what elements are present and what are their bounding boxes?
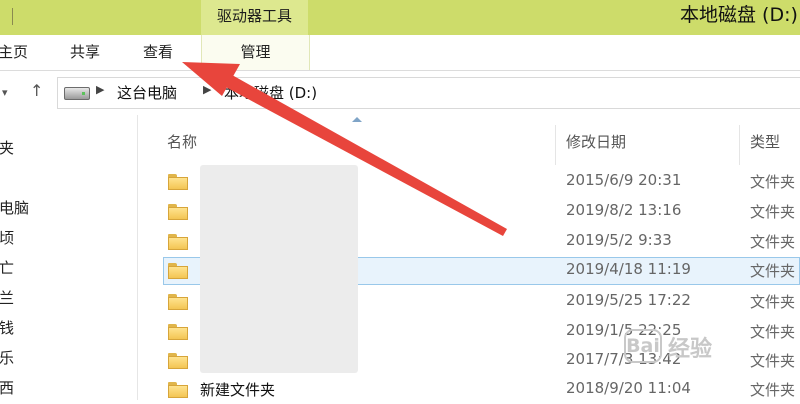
annotation-arrow [182,62,507,236]
arrow-head [182,62,240,96]
arrow-shaft [207,66,507,236]
